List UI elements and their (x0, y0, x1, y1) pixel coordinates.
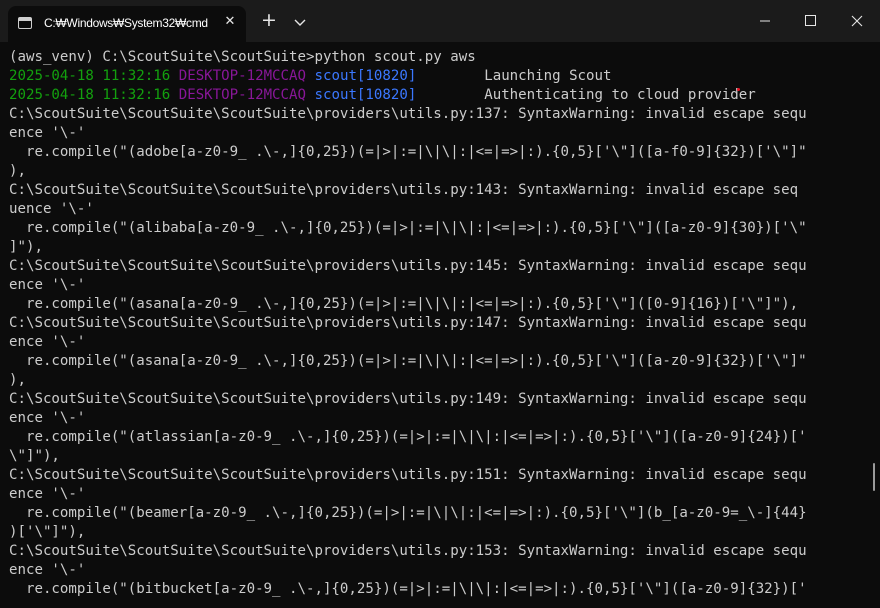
close-icon[interactable] (834, 0, 880, 42)
output-line: re.compile("(bitbucket[a-z0-9_ .\-,]{0,2… (9, 581, 807, 597)
title-bar: C:₩Windows₩System32₩cmd ✕ + (0, 0, 880, 42)
log-process: scout[10820] (314, 87, 417, 103)
output-line: ence '\-' (9, 562, 86, 578)
minimize-icon[interactable] (742, 0, 788, 42)
output-line: ), (9, 372, 26, 388)
log-timestamp: 2025-04-18 11:32:16 (9, 87, 171, 103)
output-line: C:\ScoutSuite\ScoutSuite\ScoutSuite\prov… (9, 391, 807, 407)
log-message: Authenticating to cloud provider (484, 87, 756, 103)
output-line: re.compile("(atlassian[a-z0-9_ .\-,]{0,2… (9, 429, 807, 445)
tab-close-icon[interactable]: ✕ (221, 13, 239, 31)
log-hostname: DESKTOP-12MCCAQ (178, 87, 306, 103)
log-process: scout[10820] (314, 68, 417, 84)
new-tab-button[interactable]: + (258, 10, 280, 32)
tab-cmd[interactable]: C:₩Windows₩System32₩cmd ✕ (8, 6, 246, 42)
output-line: ence '\-' (9, 125, 86, 141)
output-line: \"]"), (9, 448, 60, 464)
output-line: C:\ScoutSuite\ScoutSuite\ScoutSuite\prov… (9, 182, 799, 198)
scrollbar-thumb[interactable] (873, 463, 875, 491)
output-line: re.compile("(asana[a-z0-9_ .\-,]{0,25})(… (9, 296, 799, 312)
output-line: C:\ScoutSuite\ScoutSuite\ScoutSuite\prov… (9, 467, 807, 483)
output-line: ), (9, 163, 26, 179)
output-line: C:\ScoutSuite\ScoutSuite\ScoutSuite\prov… (9, 106, 807, 122)
log-timestamp: 2025-04-18 11:32:16 (9, 68, 171, 84)
terminal-icon (18, 17, 32, 29)
command-prompt-line: (aws_venv) C:\ScoutSuite\ScoutSuite>pyth… (9, 49, 476, 65)
output-line: C:\ScoutSuite\ScoutSuite\ScoutSuite\prov… (9, 543, 807, 559)
maximize-icon[interactable] (788, 0, 834, 42)
output-line: ence '\-' (9, 334, 86, 350)
tab-title: C:₩Windows₩System32₩cmd (44, 16, 208, 30)
chevron-down-icon[interactable] (290, 12, 310, 32)
output-line: ]"), (9, 239, 43, 255)
terminal-output[interactable]: (aws_venv) C:\ScoutSuite\ScoutSuite>pyth… (9, 48, 869, 608)
cursor-marker (737, 88, 740, 91)
warning-output: C:\ScoutSuite\ScoutSuite\ScoutSuite\prov… (9, 105, 869, 599)
log-line: 2025-04-18 11:32:16 DESKTOP-12MCCAQ scou… (9, 67, 869, 86)
log-line: 2025-04-18 11:32:16 DESKTOP-12MCCAQ scou… (9, 86, 869, 105)
output-line: re.compile("(beamer[a-z0-9_ .\-,]{0,25})… (9, 505, 807, 521)
output-line: C:\ScoutSuite\ScoutSuite\ScoutSuite\prov… (9, 258, 807, 274)
output-line: uence '\-' (9, 201, 94, 217)
output-line: re.compile("(adobe[a-z0-9_ .\-,]{0,25})(… (9, 144, 807, 160)
output-line: ence '\-' (9, 410, 86, 426)
log-hostname: DESKTOP-12MCCAQ (178, 68, 306, 84)
output-line: ence '\-' (9, 486, 86, 502)
output-line: )['\"]"), (9, 524, 86, 540)
output-line: re.compile("(alibaba[a-z0-9_ .\-,]{0,25}… (9, 220, 807, 236)
output-line: C:\ScoutSuite\ScoutSuite\ScoutSuite\prov… (9, 315, 807, 331)
output-line: re.compile("(asana[a-z0-9_ .\-,]{0,25})(… (9, 353, 807, 369)
output-line: ence '\-' (9, 277, 86, 293)
log-message: Launching Scout (484, 68, 612, 84)
